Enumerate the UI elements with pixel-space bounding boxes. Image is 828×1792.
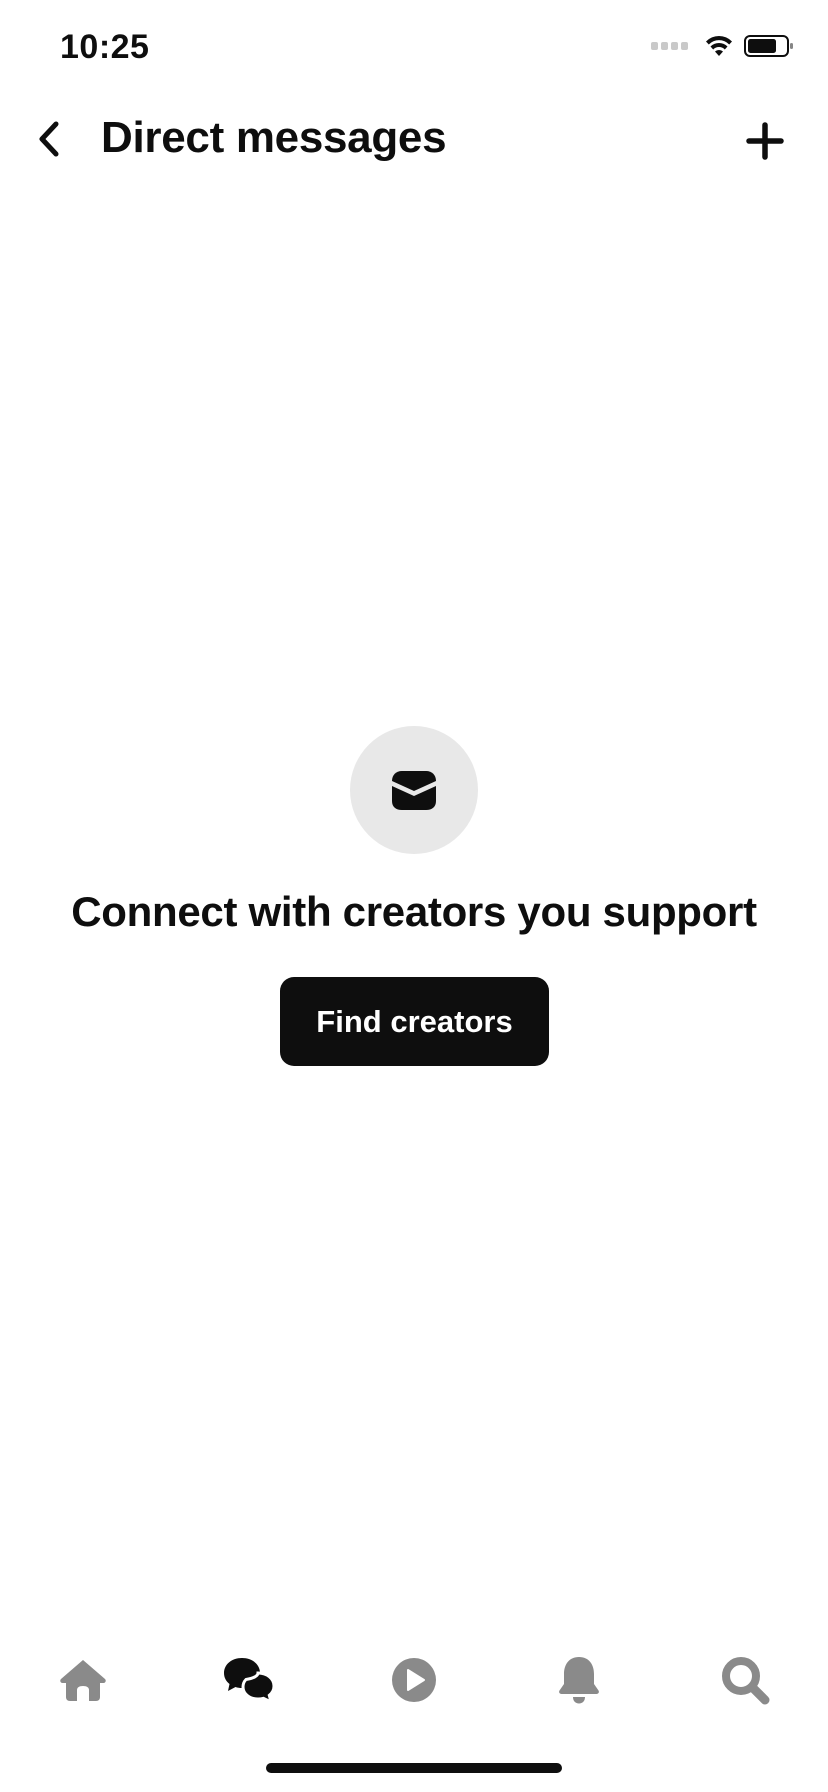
tab-search[interactable] [705, 1640, 785, 1720]
status-time: 10:25 [60, 28, 150, 66]
tab-home[interactable] [43, 1640, 123, 1720]
empty-state-heading: Connect with creators you support [71, 888, 757, 935]
cellular-signal-icon [651, 42, 688, 50]
bell-icon [559, 1657, 599, 1704]
home-icon [60, 1660, 106, 1701]
wifi-icon [706, 35, 732, 56]
bottom-tab-bar [0, 1640, 828, 1720]
search-icon [722, 1657, 770, 1705]
back-button[interactable] [26, 112, 72, 166]
battery-icon [744, 35, 793, 57]
home-indicator [266, 1763, 562, 1773]
new-message-button[interactable] [738, 114, 792, 168]
plus-icon [746, 122, 784, 160]
status-indicators [651, 34, 794, 58]
tab-messages[interactable] [209, 1640, 289, 1720]
envelope-icon [392, 771, 436, 810]
chevron-left-icon [39, 121, 59, 157]
find-creators-button[interactable]: Find creators [280, 977, 549, 1066]
tab-notifications[interactable] [539, 1640, 619, 1720]
status-bar: 10:25 [0, 0, 828, 100]
play-icon [392, 1658, 436, 1702]
empty-state-icon-circle [350, 726, 478, 854]
header: Direct messages [0, 100, 828, 180]
page-title: Direct messages [101, 113, 447, 162]
chat-bubbles-icon [224, 1658, 276, 1704]
tab-videos[interactable] [374, 1640, 454, 1720]
